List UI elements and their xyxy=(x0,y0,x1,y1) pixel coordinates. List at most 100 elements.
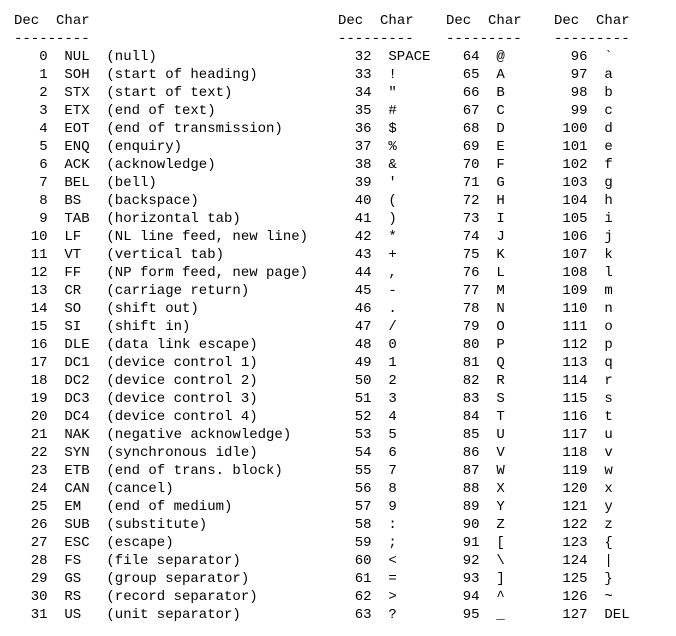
table-row: 7BEL(bell) xyxy=(14,174,338,192)
cell-dec: 34 xyxy=(338,84,372,102)
table-row: 44, xyxy=(338,264,446,282)
table-row: 22SYN(synchronous idle) xyxy=(14,444,338,462)
table-row: 106j xyxy=(554,228,662,246)
header-char: Char xyxy=(380,13,414,29)
cell-dec: 77 xyxy=(446,282,480,300)
cell-dec: 49 xyxy=(338,354,372,372)
cell-dec: 92 xyxy=(446,552,480,570)
table-row: 17DC1(device control 1) xyxy=(14,354,338,372)
cell-char: B xyxy=(496,84,538,102)
table-row: 20DC4(device control 4) xyxy=(14,408,338,426)
cell-dec: 40 xyxy=(338,192,372,210)
cell-dec: 39 xyxy=(338,174,372,192)
cell-char: ESC xyxy=(64,534,106,552)
cell-desc: (record separator) xyxy=(106,588,257,606)
cell-char: Z xyxy=(496,516,538,534)
column-1: DecChar---------32SPACE33!34"35#36$37%38… xyxy=(338,12,446,624)
cell-char: k xyxy=(604,246,646,264)
table-row: 99c xyxy=(554,102,662,120)
separator: --------- xyxy=(14,30,338,48)
cell-desc: (substitute) xyxy=(106,516,207,534)
cell-char: RS xyxy=(64,588,106,606)
table-row: 87W xyxy=(446,462,554,480)
table-row: 579 xyxy=(338,498,446,516)
cell-dec: 121 xyxy=(554,498,588,516)
cell-char: * xyxy=(388,228,430,246)
table-row: 98b xyxy=(554,84,662,102)
cell-desc: (NP form feed, new page) xyxy=(106,264,308,282)
cell-dec: 86 xyxy=(446,444,480,462)
cell-char: > xyxy=(388,588,430,606)
table-row: 32SPACE xyxy=(338,48,446,66)
cell-char: - xyxy=(388,282,430,300)
cell-desc: (device control 1) xyxy=(106,354,257,372)
cell-dec: 94 xyxy=(446,588,480,606)
table-row: 109m xyxy=(554,282,662,300)
table-row: 93] xyxy=(446,570,554,588)
header-dec: Dec xyxy=(338,13,363,29)
cell-dec: 111 xyxy=(554,318,588,336)
table-row: 36$ xyxy=(338,120,446,138)
cell-dec: 28 xyxy=(14,552,48,570)
cell-dec: 14 xyxy=(14,300,48,318)
cell-char: v xyxy=(604,444,646,462)
table-row: 79O xyxy=(446,318,554,336)
header-char: Char xyxy=(56,13,90,29)
table-row: 76L xyxy=(446,264,554,282)
cell-char: S xyxy=(496,390,538,408)
cell-dec: 59 xyxy=(338,534,372,552)
table-row: 63? xyxy=(338,606,446,624)
table-row: 80P xyxy=(446,336,554,354)
cell-dec: 12 xyxy=(14,264,48,282)
cell-desc: (end of medium) xyxy=(106,498,232,516)
cell-dec: 23 xyxy=(14,462,48,480)
table-row: 49 1 xyxy=(338,354,446,372)
cell-desc: (bell) xyxy=(106,174,156,192)
cell-char: K xyxy=(496,246,538,264)
table-row: 31US(unit separator) xyxy=(14,606,338,624)
cell-char: 1 xyxy=(388,354,430,372)
cell-desc: (end of text) xyxy=(106,102,215,120)
cell-char: DC4 xyxy=(64,408,106,426)
cell-char: BEL xyxy=(64,174,106,192)
cell-dec: 2 xyxy=(14,84,48,102)
table-row: 19DC3(device control 3) xyxy=(14,390,338,408)
header-dec: Dec xyxy=(554,13,579,29)
cell-char: ETB xyxy=(64,462,106,480)
header-dec: Dec xyxy=(446,13,471,29)
cell-char: & xyxy=(388,156,430,174)
cell-char: g xyxy=(604,174,646,192)
table-row: 107k xyxy=(554,246,662,264)
table-row: 1SOH(start of heading) xyxy=(14,66,338,84)
cell-char: DC1 xyxy=(64,354,106,372)
table-row: 4EOT(end of transmission) xyxy=(14,120,338,138)
cell-char: ? xyxy=(388,606,430,624)
table-row: 40( xyxy=(338,192,446,210)
cell-dec: 10 xyxy=(14,228,48,246)
cell-dec: 56 xyxy=(338,480,372,498)
cell-char: j xyxy=(604,228,646,246)
cell-char: % xyxy=(388,138,430,156)
cell-dec: 89 xyxy=(446,498,480,516)
table-row: 42* xyxy=(338,228,446,246)
table-row: 557 xyxy=(338,462,446,480)
cell-dec: 79 xyxy=(446,318,480,336)
cell-char: US xyxy=(64,606,106,624)
cell-char: BS xyxy=(64,192,106,210)
table-row: 6ACK(acknowledge) xyxy=(14,156,338,174)
cell-char: < xyxy=(388,552,430,570)
cell-dec: 72 xyxy=(446,192,480,210)
cell-desc: (cancel) xyxy=(106,480,173,498)
cell-char: } xyxy=(604,570,646,588)
cell-dec: 26 xyxy=(14,516,48,534)
cell-char: i xyxy=(604,210,646,228)
cell-dec: 44 xyxy=(338,264,372,282)
cell-dec: 117 xyxy=(554,426,588,444)
separator: --------- xyxy=(554,30,662,48)
cell-dec: 53 xyxy=(338,426,372,444)
cell-dec: 5 xyxy=(14,138,48,156)
table-row: 41) xyxy=(338,210,446,228)
cell-dec: 20 xyxy=(14,408,48,426)
table-row: 502 xyxy=(338,372,446,390)
cell-dec: 6 xyxy=(14,156,48,174)
